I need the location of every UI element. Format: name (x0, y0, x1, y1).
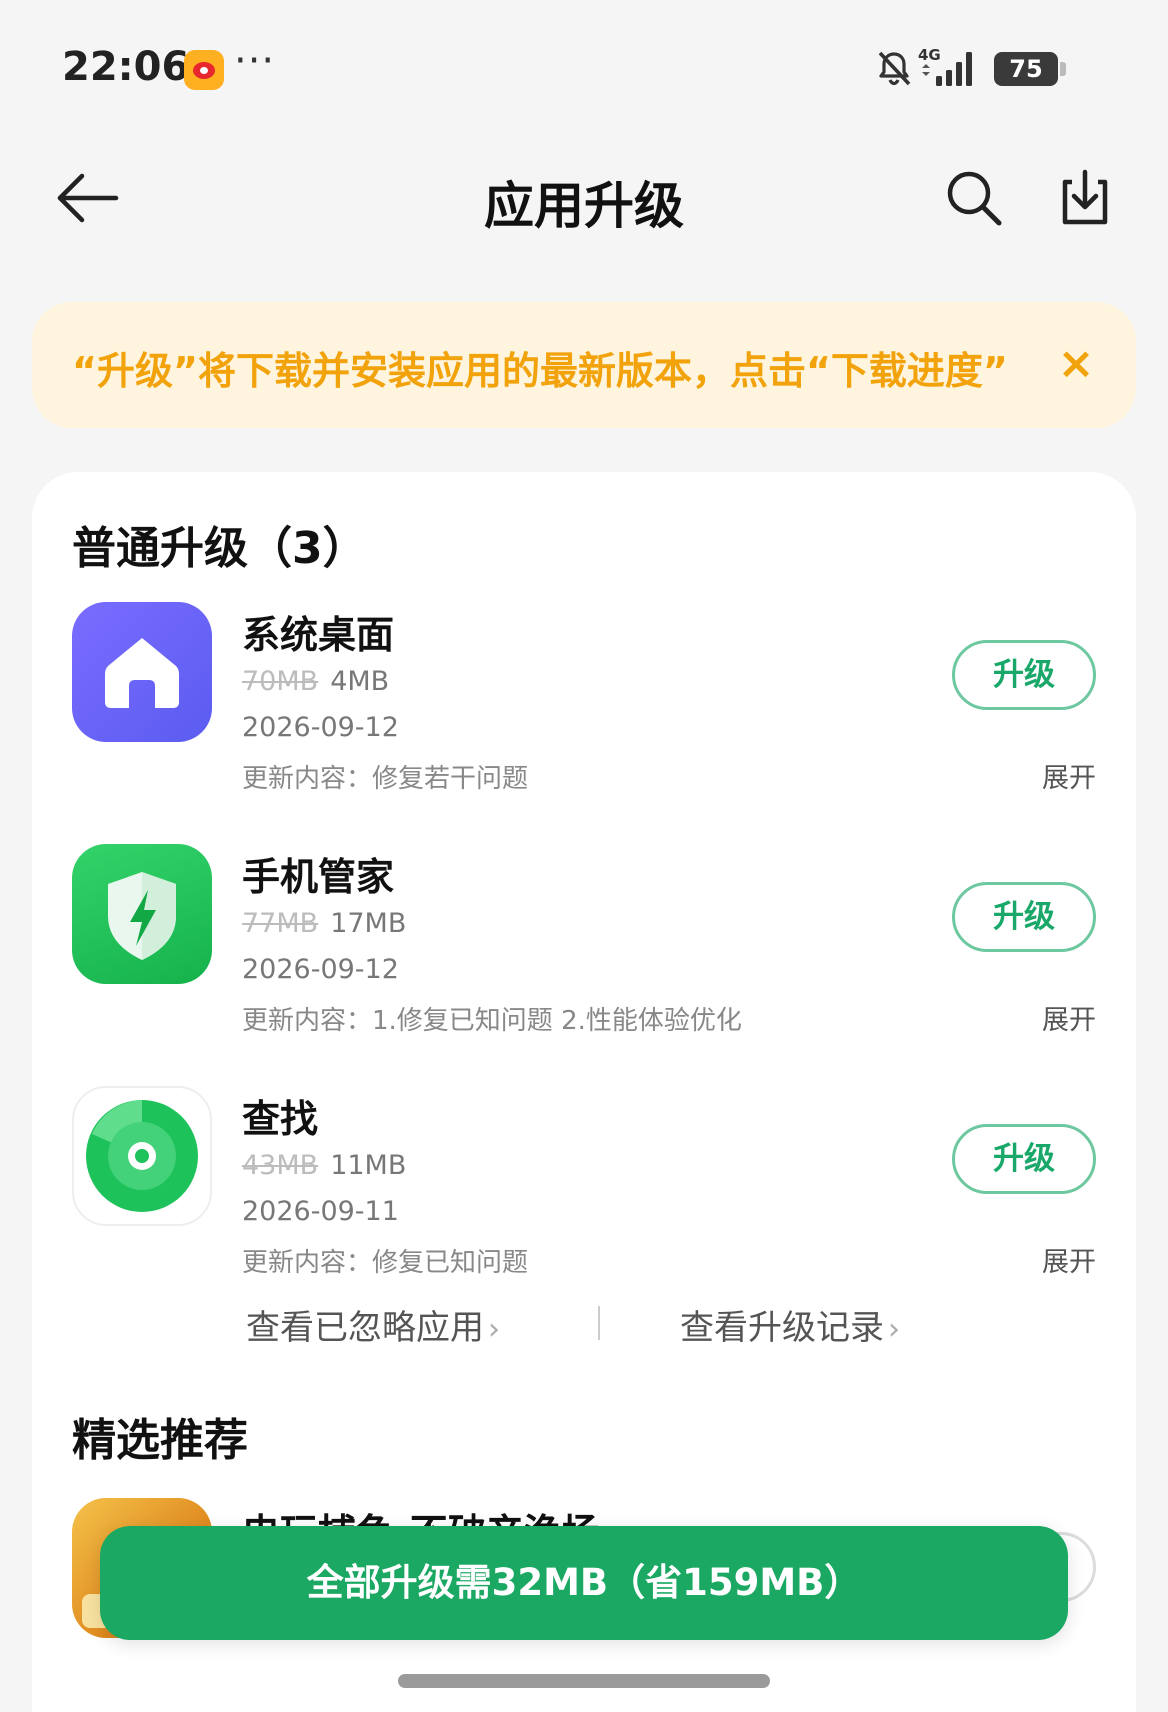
home-indicator[interactable] (398, 1674, 770, 1688)
links-row: 查看已忽略应用 › 查看升级记录 › (32, 1292, 1136, 1352)
new-size: 4MB (330, 666, 390, 697)
shield-bolt-icon (72, 844, 212, 984)
app-row: 查找 43MB 11MB 2026-09-11 更新内容：修复已知问题 升级 展开 (72, 1086, 1096, 1306)
app-date: 2026-09-12 (242, 954, 399, 985)
status-time: 22:06 (62, 44, 190, 90)
app-date: 2026-09-12 (242, 712, 399, 743)
divider (598, 1306, 600, 1340)
status-bar: 22:06 ··· 4G 75 (0, 0, 1168, 140)
close-icon[interactable]: × (1044, 332, 1108, 396)
notice-text: “升级”将下载并安装应用的最新版本，点击“下载进度” (72, 349, 1008, 393)
home-icon (72, 602, 212, 742)
view-history-link[interactable]: 查看升级记录 › (680, 1300, 900, 1349)
app-name: 手机管家 (242, 855, 395, 899)
arrow-left-icon[interactable] (54, 170, 120, 226)
new-size: 11MB (330, 1150, 407, 1181)
chevron-right-icon: › (488, 1312, 500, 1347)
upgrade-button[interactable]: 升级 (952, 882, 1096, 952)
app-notes: 更新内容：1.修复已知问题 2.性能体验优化 (242, 1006, 742, 1036)
chevron-right-icon: › (888, 1312, 900, 1347)
app-date: 2026-09-11 (242, 1196, 399, 1227)
app-row: 手机管家 77MB 17MB 2026-09-12 更新内容：1.修复已知问题 2… (72, 844, 1096, 1064)
bell-muted-icon (878, 51, 911, 86)
app-notes: 更新内容：修复已知问题 (242, 1248, 529, 1278)
app-size: 43MB 11MB (242, 1150, 406, 1181)
view-history-label: 查看升级记录 (680, 1308, 884, 1348)
download-icon[interactable] (1058, 168, 1112, 228)
upgrade-button[interactable]: 升级 (952, 1124, 1096, 1194)
find-device-icon (72, 1086, 212, 1226)
network-label: 4G (918, 46, 941, 64)
new-size: 17MB (330, 908, 407, 939)
search-icon[interactable] (944, 168, 1004, 228)
app-name: 查找 (242, 1097, 319, 1141)
app-row: 系统桌面 70MB 4MB 2026-09-12 更新内容：修复若干问题 升级 展… (72, 602, 1096, 822)
notice-banner: “升级”将下载并安装应用的最新版本，点击“下载进度” × (32, 302, 1136, 428)
upgrade-button[interactable]: 升级 (952, 640, 1096, 710)
app-size: 70MB 4MB (242, 666, 389, 697)
section-title-recommended: 精选推荐 (72, 1415, 248, 1466)
view-ignored-link[interactable]: 查看已忽略应用 › (246, 1300, 500, 1349)
section-title-upgrades: 普通升级（3） (72, 523, 367, 574)
old-size: 77MB (242, 908, 319, 939)
app-size: 77MB 17MB (242, 908, 406, 939)
app-name: 系统桌面 (242, 613, 395, 657)
signal-icon: 4G (918, 46, 972, 86)
weibo-icon (184, 50, 224, 90)
battery-icon: 75 (994, 52, 1066, 86)
old-size: 70MB (242, 666, 319, 697)
expand-link[interactable]: 展开 (1042, 1240, 1096, 1279)
view-ignored-label: 查看已忽略应用 (246, 1308, 484, 1348)
upgrade-all-button[interactable]: 全部升级需32MB（省159MB） (100, 1526, 1068, 1640)
old-size: 43MB (242, 1150, 319, 1181)
status-more-indicator: ··· (234, 38, 276, 84)
expand-link[interactable]: 展开 (1042, 756, 1096, 795)
expand-link[interactable]: 展开 (1042, 998, 1096, 1037)
app-notes: 更新内容：修复若干问题 (242, 764, 529, 794)
